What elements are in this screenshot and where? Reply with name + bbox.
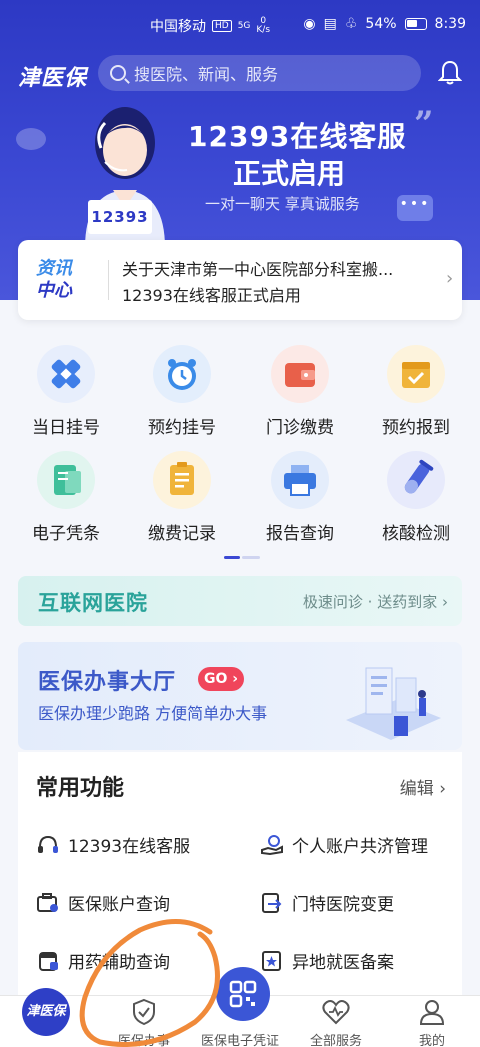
service-hall-subtitle: 医保办理少跑路 方便简单办大事 [38, 704, 268, 723]
service-label: 报告查询 [266, 524, 334, 544]
func-account-mutual-aid[interactable]: 个人账户共济管理 [260, 832, 428, 857]
mute-icon: ♧ [344, 16, 358, 32]
service-report-query[interactable]: 报告查询 [240, 451, 360, 544]
document-swap-icon [262, 892, 282, 913]
service-hall-banner[interactable]: 医保办事大厅 GO › 医保办理少跑路 方便简单办大事 [18, 642, 462, 750]
service-appointment-registration[interactable]: 预约挂号 [122, 345, 242, 438]
service-hall-illustration [346, 667, 441, 740]
nfc-icon: ▤ [323, 16, 337, 32]
service-label: 核酸检测 [382, 524, 450, 544]
internet-hospital-banner[interactable]: 互联网医院 极速问诊 · 送药到家 › [18, 576, 462, 626]
banner-subtitle: 一对一聊天 享真诚服务 [205, 195, 360, 213]
service-label: 预约报到 [382, 418, 450, 438]
news-card[interactable]: 资讯 中心 关于天津市第一中心医院部分科室搬... 12393在线客服正式启用 › [18, 240, 462, 320]
common-functions-title: 常用功能 [36, 776, 125, 801]
page-indicator [224, 556, 260, 560]
search-icon [110, 65, 126, 81]
news-item[interactable]: 12393在线客服正式启用 [122, 282, 301, 306]
search-input[interactable]: 搜医院、新闻、服务 [98, 55, 421, 91]
service-hall-title: 医保办事大厅 [38, 670, 177, 695]
status-bar: 中国移动 HD 5G 0 K/s ◉ ▤ ♧ 54% 8:39 [0, 0, 480, 48]
service-appointment-checkin[interactable]: 预约报到 [356, 345, 476, 438]
nav-tab-all-services[interactable]: 全部服务 [288, 996, 384, 1047]
hd-badge: HD [212, 20, 232, 32]
heart-decoration [16, 128, 46, 150]
calendar-icon [387, 345, 445, 403]
service-label: 缴费记录 [148, 524, 216, 544]
service-label: 当日挂号 [32, 418, 100, 438]
eye-icon: ◉ [303, 16, 316, 32]
printer-icon [271, 451, 329, 509]
annotation-circle-mark [79, 919, 220, 1047]
test-tube-icon [387, 451, 445, 509]
func-online-service[interactable]: 12393在线客服 [36, 832, 190, 857]
battery-icon [404, 18, 427, 30]
service-label: 预约挂号 [148, 418, 216, 438]
service-electronic-receipt[interactable]: 电子凭条 [6, 451, 126, 544]
search-placeholder: 搜医院、新闻、服务 [134, 65, 279, 84]
banner-title-line2: 正式启用 [233, 157, 346, 190]
service-label: 门诊缴费 [266, 418, 334, 438]
service-nucleic-acid-test[interactable]: 核酸检测 [356, 451, 476, 544]
wallet-icon [271, 345, 329, 403]
divider [108, 260, 109, 300]
news-item[interactable]: 关于天津市第一中心医院部分科室搬... [122, 256, 393, 280]
chat-bubble-icon: ••• [397, 195, 433, 221]
notepad-icon [153, 451, 211, 509]
edit-button[interactable]: 编辑 › [400, 774, 446, 799]
app-logo: 津医保 [18, 66, 88, 91]
banner-title-line1: 12393在线客服 [188, 120, 407, 153]
clock: 8:39 [434, 16, 466, 32]
battery-percent: 54% [365, 16, 397, 32]
medicine-icon [39, 951, 58, 971]
chevron-right-icon: › [446, 268, 454, 289]
internet-hospital-title: 互联网医院 [38, 591, 148, 615]
receipt-icon [37, 451, 95, 509]
service-outpatient-payment[interactable]: 门诊缴费 [240, 345, 360, 438]
service-today-registration[interactable]: 当日挂号 [6, 345, 126, 438]
bell-icon[interactable] [438, 60, 462, 86]
headset-icon [38, 835, 58, 853]
agent-sign: 12393 [88, 200, 152, 234]
user-icon [419, 1000, 445, 1025]
hand-money-icon [261, 834, 283, 855]
signal-5g: 5G [237, 21, 251, 31]
service-payment-records[interactable]: 缴费记录 [122, 451, 242, 544]
nav-tab-me[interactable]: 我的 [384, 996, 480, 1047]
carrier-label: 中国移动 [150, 19, 206, 35]
internet-hospital-subtitle: 极速问诊 · 送药到家 › [302, 593, 448, 611]
go-button[interactable]: GO › [198, 667, 244, 691]
func-remote-medical-filing[interactable]: 异地就医备案 [260, 948, 394, 973]
heart-pulse-icon [322, 1000, 350, 1025]
quote-icon: ” [414, 104, 434, 144]
account-search-icon [37, 892, 58, 912]
net-speed: 0 K/s [256, 16, 271, 35]
news-center-tag: 资讯 中心 [36, 258, 72, 301]
func-hospital-change[interactable]: 门特医院变更 [260, 890, 394, 915]
alarm-clock-icon [153, 345, 211, 403]
service-label: 电子凭条 [32, 524, 100, 544]
hospital-cross-icon [37, 345, 95, 403]
